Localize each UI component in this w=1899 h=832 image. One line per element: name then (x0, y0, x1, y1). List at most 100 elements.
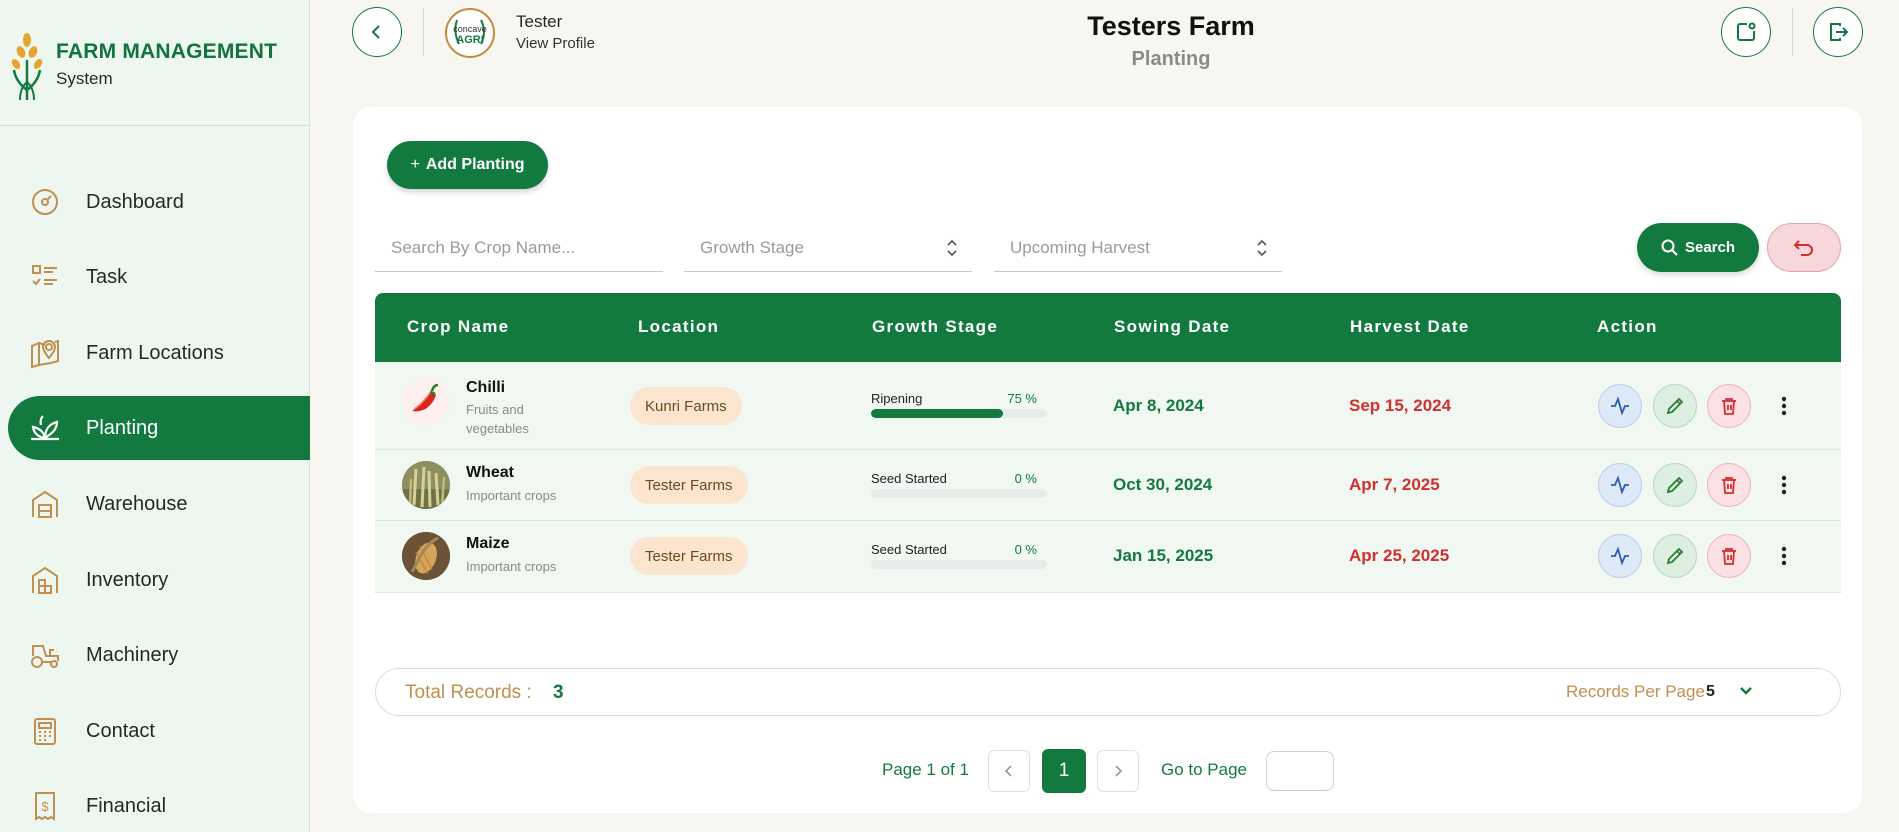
track-growth-button[interactable] (1598, 384, 1642, 428)
header-divider (1792, 8, 1793, 56)
more-options-button[interactable] (1762, 534, 1806, 578)
sidebar-item-dashboard[interactable]: Dashboard (8, 170, 310, 234)
sidebar-item-planting[interactable]: Planting (8, 396, 310, 460)
brand-title: FARM MANAGEMENT (56, 40, 278, 63)
edit-button[interactable] (1653, 384, 1697, 428)
track-growth-button[interactable] (1598, 463, 1642, 507)
sowing-date: Oct 30, 2024 (1113, 475, 1213, 494)
crop-image-chilli (402, 377, 450, 425)
growth-stage-label: Seed Started (871, 542, 947, 557)
pencil-icon (1666, 547, 1684, 565)
crop-image-wheat (402, 461, 450, 509)
sidebar-item-label: Farm Locations (86, 341, 224, 364)
more-options-button[interactable] (1762, 384, 1806, 428)
sidebar-item-financial[interactable]: $ Financial (8, 774, 310, 832)
undo-icon (1793, 239, 1813, 256)
sidebar-item-warehouse[interactable]: Warehouse (8, 472, 310, 536)
sidebar-item-label: Task (86, 265, 128, 288)
crop-name: Maize (466, 535, 510, 552)
delete-button[interactable] (1707, 384, 1751, 428)
sidebar-item-machinery[interactable]: Machinery (8, 623, 310, 687)
trash-icon (1722, 548, 1736, 565)
sprout-icon (28, 411, 62, 445)
sidebar-item-contact[interactable]: Contact (8, 699, 310, 763)
location-badge: Tester Farms (630, 466, 748, 504)
sidebar: FARM MANAGEMENT System Dashboard Task Fa… (0, 0, 310, 832)
edit-button[interactable] (1653, 534, 1697, 578)
crop-search-field (375, 224, 663, 272)
notifications-button[interactable] (1721, 7, 1771, 57)
crop-image-maize (402, 532, 450, 580)
more-vertical-icon (1781, 546, 1787, 566)
table-row: Maize Important crops Tester Farms Seed … (375, 521, 1841, 593)
page-title: Testers Farm (1087, 11, 1255, 41)
records-summary: Total Records : 3 Records Per Page 5 (375, 668, 1841, 716)
page-subtitle: Planting (1131, 48, 1211, 70)
growth-stage-percent: 0 % (1014, 471, 1037, 486)
previous-page-button[interactable] (988, 750, 1030, 792)
sidebar-item-label: Warehouse (86, 492, 188, 515)
logout-button[interactable] (1813, 7, 1863, 57)
svg-text:concave: concave (453, 24, 487, 34)
crop-name: Wheat (466, 464, 514, 481)
crop-category: Important crops (466, 559, 557, 574)
records-per-page-select[interactable]: 5 (1698, 677, 1763, 707)
chevron-up-down-icon (1257, 239, 1267, 257)
growth-progress-fill (871, 409, 1003, 418)
more-options-button[interactable] (1762, 463, 1806, 507)
view-profile-link[interactable]: View Profile (516, 35, 595, 52)
avatar[interactable]: concave AGRI (445, 8, 495, 58)
growth-stage-select[interactable]: Growth Stage (684, 224, 972, 272)
total-records-label: Total Records : (405, 682, 532, 703)
page-number-button[interactable]: 1 (1042, 749, 1086, 793)
crop-search-input[interactable] (391, 237, 641, 258)
map-pin-icon (28, 336, 62, 370)
activity-icon (1611, 475, 1629, 495)
pencil-icon (1666, 397, 1684, 415)
tractor-icon (28, 638, 62, 672)
delete-button[interactable] (1707, 463, 1751, 507)
growth-progress-bar (871, 409, 1047, 418)
edit-button[interactable] (1653, 463, 1697, 507)
add-planting-button[interactable]: + Add Planting (387, 141, 548, 189)
dollar-receipt-icon: $ (28, 789, 62, 823)
more-vertical-icon (1781, 475, 1787, 495)
contact-book-icon (28, 714, 62, 748)
activity-icon (1611, 396, 1629, 416)
sidebar-item-label: Financial (86, 794, 167, 817)
sidebar-item-label: Machinery (86, 643, 179, 666)
go-to-page-label: Go to Page (1161, 760, 1248, 779)
warehouse-icon (28, 487, 62, 521)
next-page-button[interactable] (1097, 750, 1139, 792)
search-button[interactable]: Search (1637, 223, 1759, 272)
trash-icon (1722, 477, 1736, 494)
table-row: Wheat Important crops Tester Farms Seed … (375, 450, 1841, 521)
sidebar-item-inventory[interactable]: Inventory (8, 548, 310, 612)
go-to-page-input[interactable] (1266, 751, 1334, 791)
reset-filters-button[interactable] (1767, 223, 1841, 272)
brand-subtitle: System (56, 69, 113, 88)
notification-square-icon (1737, 22, 1756, 41)
inventory-icon (28, 563, 62, 597)
sidebar-item-label: Planting (86, 416, 159, 439)
sidebar-item-task[interactable]: Task (8, 245, 310, 309)
delete-button[interactable] (1707, 534, 1751, 578)
track-growth-button[interactable] (1598, 534, 1642, 578)
more-vertical-icon (1781, 396, 1787, 416)
upcoming-harvest-select[interactable]: Upcoming Harvest (994, 224, 1282, 272)
growth-stage-label: Ripening (871, 391, 923, 406)
crop-category: Important crops (466, 488, 557, 503)
column-header-crop-name: Crop Name (407, 317, 510, 336)
back-button[interactable] (352, 7, 402, 57)
upcoming-harvest-placeholder: Upcoming Harvest (1010, 237, 1150, 257)
page-info: Page 1 of 1 (882, 760, 969, 779)
crop-category: Fruits and vegetables (466, 402, 529, 436)
location-badge: Kunri Farms (630, 387, 742, 425)
activity-icon (1611, 546, 1629, 566)
sidebar-item-farm-locations[interactable]: Farm Locations (8, 321, 310, 385)
chevron-right-icon (1115, 765, 1123, 777)
growth-stage-percent: 75 % (1007, 391, 1037, 406)
growth-progress-bar (871, 560, 1047, 569)
records-per-page-value: 5 (1706, 683, 1715, 700)
records-per-page-label: Records Per Page (1566, 682, 1705, 701)
